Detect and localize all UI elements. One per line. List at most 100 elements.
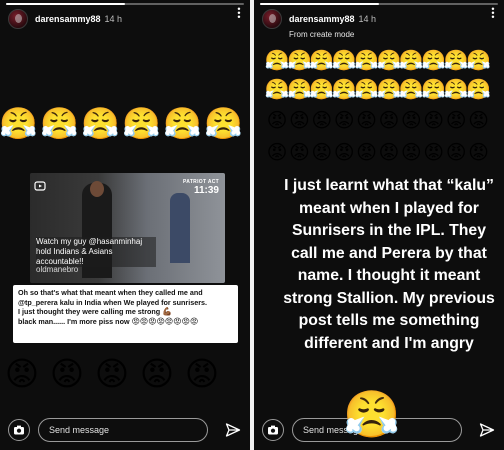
story-header: darensammy88 14 h From create mode <box>262 9 376 39</box>
steam-face-emoji: 😤 <box>443 77 469 101</box>
username[interactable]: darensammy88 <box>35 14 101 24</box>
post-handle[interactable]: oldmanebro <box>36 265 78 274</box>
angry-face-emoji: 😡 <box>288 108 310 132</box>
angry-face-emoji: 😡 <box>468 108 489 132</box>
angry-face-emoji: 😡 <box>423 108 445 132</box>
text-segment: I just thought they were calling me stro… <box>18 307 161 317</box>
camera-icon <box>268 425 278 435</box>
angry-face-emoji: 😡 <box>378 108 400 132</box>
steam-face-emoji: 😤 <box>331 48 357 72</box>
clock-time: 11:39 <box>193 185 219 196</box>
text-line: Oh so that's what that meant when they c… <box>18 288 233 307</box>
angry-face-emoji: 😡 <box>333 140 355 164</box>
send-message-input[interactable]: Send message <box>38 418 208 442</box>
progress-fill <box>260 3 379 5</box>
emoji-row: 😡 😡 😡 😡 😡 <box>4 355 220 391</box>
story-viewer: darensammy88 14 h • • • 😤 😤 😤 😤 😤 😤 PATRIOT ACT 1… <box>0 0 504 450</box>
steam-face-emoji: 😤 <box>264 48 290 72</box>
steam-face-emoji: 😤 <box>204 106 243 142</box>
angry-face-emoji: 😡 <box>445 140 467 164</box>
angry-face-emoji: 😡 <box>356 140 377 164</box>
create-mode-label[interactable]: From create mode <box>289 30 376 39</box>
angry-face-emoji: 😡 <box>333 108 355 132</box>
angry-face-emoji: 😡 <box>400 108 422 132</box>
steam-face-emoji: 😤 <box>354 48 380 72</box>
angry-face-emoji: 😡 <box>139 353 175 393</box>
angry-face-emoji: 😡 <box>311 108 333 132</box>
angry-face-emoji: 😡 <box>266 108 288 132</box>
angry-face-emoji: 😡 <box>288 140 310 164</box>
steam-face-emoji: 😤 <box>122 106 161 142</box>
emoji-row: 😡 😡 😡 😡 😡 😡 😡 😡 😡 😡 <box>266 141 490 163</box>
username[interactable]: darensammy88 <box>289 14 355 24</box>
story-caption-text: I just learnt what that “kalu” meant whe… <box>283 177 495 352</box>
progress-bar <box>6 3 244 5</box>
steam-face-emoji: 😤 <box>331 77 357 101</box>
steam-face-emoji: 😤 <box>286 77 312 101</box>
emoji-row: 😤 😤 😤 😤 😤 😤 😤 😤 😤 😤 <box>264 48 491 72</box>
sticker-emoji[interactable]: 😤 <box>343 388 400 440</box>
camera-icon <box>14 425 24 435</box>
text-line: black man...... I'm more piss now 😡😡😡😡😡😡… <box>18 317 233 327</box>
steam-face-emoji: 😤 <box>398 48 424 72</box>
steam-face-emoji: 😤 <box>466 48 491 72</box>
angry-face-emoji: 😡 <box>49 353 85 393</box>
text-line: I just thought they were calling me stro… <box>18 307 233 317</box>
angry-face-emoji: 😡 <box>94 353 130 393</box>
steam-face-emoji: 😤 <box>0 106 38 142</box>
angry-face-emoji: 😡 <box>184 353 220 393</box>
avatar[interactable] <box>8 9 28 29</box>
video-caption: Watch my guy @hasanminhaj hold Indians &… <box>36 237 156 267</box>
emoji-row: 😤 😤 😤 😤 😤 😤 <box>0 106 243 142</box>
video-clock: PATRIOT ACT 11:39 <box>183 179 219 196</box>
steam-face-emoji: 😤 <box>163 106 202 142</box>
story-text-box: Oh so that's what that meant when they c… <box>13 285 238 343</box>
reel-icon <box>34 180 46 192</box>
steam-face-emoji: 😤 <box>466 77 491 101</box>
angry-face-emoji: 😡 <box>445 108 467 132</box>
steam-face-emoji: 😤 <box>81 106 120 142</box>
steam-face-emoji: 😤 <box>286 48 312 72</box>
emoji-row: 😤 😤 😤 😤 😤 😤 😤 😤 😤 😤 <box>264 77 491 101</box>
angry-face-emoji: 😡 <box>266 140 288 164</box>
progress-fill <box>6 3 125 5</box>
angry-face-emoji: 😡 <box>4 353 40 393</box>
angry-face-emoji: 😡 <box>423 140 445 164</box>
angry-face-emoji: 😡 <box>468 140 489 164</box>
story-footer: Send message <box>0 410 250 450</box>
progress-bar <box>260 3 498 5</box>
emoji-row: 😡 😡 😡 😡 😡 😡 😡 😡 😡 😡 <box>266 109 490 131</box>
person-figure <box>170 193 190 263</box>
timestamp: 14 h <box>104 14 123 24</box>
angry-face-emoji: 😡 <box>311 140 333 164</box>
angry-face-emoji: 😡 <box>378 140 400 164</box>
steam-face-emoji: 😤 <box>264 77 290 101</box>
camera-button[interactable] <box>8 419 30 441</box>
avatar[interactable] <box>262 9 282 29</box>
send-icon[interactable] <box>225 422 241 438</box>
steam-face-emoji: 😤 <box>376 48 402 72</box>
steam-face-emoji: 😤 <box>398 77 424 101</box>
steam-face-emoji: 😤 <box>354 77 380 101</box>
angry-face-emoji: 😡 <box>400 140 422 164</box>
steam-face-emoji: 😤 <box>443 48 469 72</box>
more-options-icon[interactable]: • • • <box>236 5 242 22</box>
text-segment: black man...... I'm more piss now <box>18 316 130 326</box>
text-segment: Oh so that's what that meant when they c… <box>18 288 208 307</box>
steam-face-emoji: 😤 <box>309 48 335 72</box>
angry-face-emojis: 😡😡😡😡😡😡😡😡 <box>131 316 199 326</box>
steam-face-emoji: 😤 <box>421 48 447 72</box>
flexed-biceps-emoji: 💪🏾 <box>162 307 173 317</box>
shared-video-post[interactable]: PATRIOT ACT 11:39 Watch my guy @hasanminh… <box>30 173 225 283</box>
steam-face-emoji: 😤 <box>40 106 79 142</box>
send-icon[interactable] <box>479 422 495 438</box>
steam-face-emoji: 😤 <box>309 77 335 101</box>
story-left[interactable]: darensammy88 14 h • • • 😤 😤 😤 😤 😤 😤 PATRIOT ACT 1… <box>0 0 250 450</box>
story-header: darensammy88 14 h <box>8 9 122 29</box>
more-options-icon[interactable]: • • • <box>490 5 496 22</box>
camera-button[interactable] <box>262 419 284 441</box>
timestamp: 14 h <box>358 14 377 24</box>
steam-face-emoji: 😤 <box>376 77 402 101</box>
angry-face-emoji: 😡 <box>356 108 377 132</box>
steam-face-emoji: 😤 <box>421 77 447 101</box>
